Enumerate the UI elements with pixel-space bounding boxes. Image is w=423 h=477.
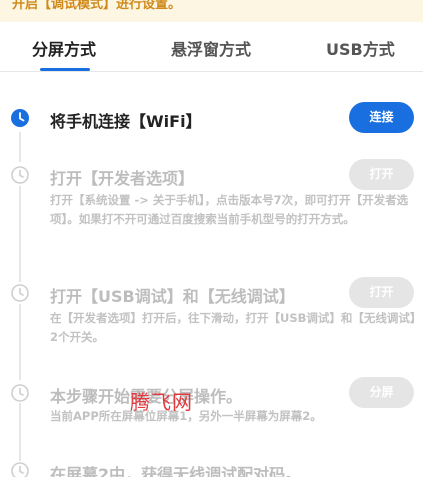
step-title: 打开【开发者选项】 <box>50 169 195 188</box>
step-description: 当前APP所在屏幕位屏幕1，另外一半屏幕为屏幕2。 <box>50 409 322 423</box>
tab-floating-window[interactable]: 悬浮窗方式 <box>171 36 251 60</box>
open-developer-options-button[interactable]: 打开 <box>349 159 414 190</box>
step-title: 打开【USB调试】和【无线调试】 <box>50 287 295 306</box>
active-tab-indicator <box>40 68 90 71</box>
step-description: 打开【系统设置 -> 关于手机】，点击版本号7次，即可打开【开发者选项】。如果打… <box>50 193 409 226</box>
enable-debugging-button[interactable]: 打开 <box>349 277 414 308</box>
clock-outline-icon <box>11 462 29 477</box>
clock-outline-icon <box>11 384 29 402</box>
mode-tabs: 分屏方式 悬浮窗方式 USB方式 <box>0 22 423 72</box>
clock-outline-icon <box>11 166 29 184</box>
step-title: 在屏幕2中，获得无线调试配对码。 <box>50 465 302 477</box>
clock-outline-icon <box>11 284 29 302</box>
connect-button[interactable]: 连接 <box>349 102 414 133</box>
tab-split-screen[interactable]: 分屏方式 <box>32 36 96 60</box>
step-connector <box>19 132 21 162</box>
step-title: 将手机连接【WiFi】 <box>50 112 202 131</box>
banner-text: 开启【调试模式】进行设置。 <box>12 0 182 12</box>
step-connector <box>19 304 21 380</box>
step-connector <box>19 403 21 461</box>
step-connector <box>19 186 21 282</box>
clock-icon <box>11 109 29 127</box>
top-banner: 开启【调试模式】进行设置。 <box>0 0 423 22</box>
tab-usb[interactable]: USB方式 <box>326 36 395 60</box>
split-screen-button[interactable]: 分屏 <box>349 377 414 408</box>
watermark: 腾飞网 <box>130 390 193 414</box>
step-description: 在【开发者选项】打开后，往下滑动，打开【USB调试】和【无线调试】2个开关。 <box>50 311 416 344</box>
